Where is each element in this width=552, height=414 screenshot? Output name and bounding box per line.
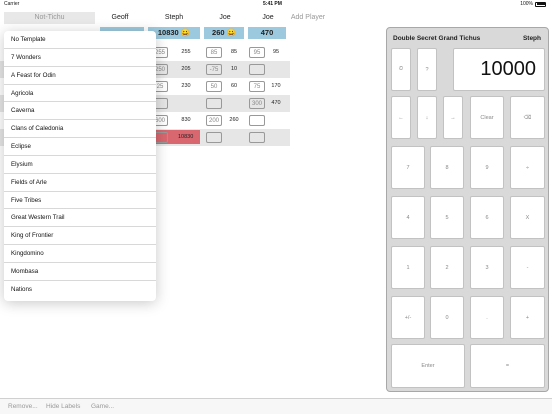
player-header: Not-Tichu Geoff Steph Joe Joe Add Player [0,10,380,26]
key-3[interactable]: 3 [470,246,504,289]
player-name-joe-1[interactable]: Joe [206,12,244,24]
status-bar: Carrier 5:41 PM 100% [0,0,552,9]
arrow-down-icon: ↓ [425,114,429,121]
template-option[interactable]: Fields of Arle [4,174,156,192]
arrow-right-icon: → [450,114,456,121]
remove-button[interactable]: Remove... [8,403,38,410]
battery-percent: 100% [520,1,533,7]
player-name-steph[interactable]: Steph [152,12,196,24]
score-input[interactable]: 85 [206,47,222,58]
help-button[interactable]: ? [417,48,437,91]
key-5[interactable]: 5 [430,196,464,239]
minus-button[interactable]: - [510,246,545,289]
key-7[interactable]: 7 [391,146,425,189]
running-total [268,115,284,126]
score-input[interactable]: -75 [206,64,222,75]
multiply-button[interactable]: X [510,196,545,239]
running-total: 205 [181,66,191,72]
carrier-label: Carrier [4,1,20,7]
key-9[interactable]: 9 [470,146,504,189]
backspace-icon: ⌫ [523,114,532,121]
key-2[interactable]: 2 [430,246,464,289]
running-total: 95 [272,49,280,55]
running-total: 10830 [178,134,194,140]
score-input[interactable] [249,64,265,75]
down-arrow-button[interactable]: ↓ [417,96,437,139]
left-arrow-button[interactable]: ← [391,96,411,139]
key-0[interactable]: 0 [430,296,464,339]
running-total: 255 [181,49,191,55]
hide-labels-button[interactable]: Hide Labels [46,403,80,410]
template-option[interactable]: King of Frontier [4,227,156,246]
key-8[interactable]: 8 [430,146,464,189]
score-input[interactable]: 300 [249,98,265,109]
score-input[interactable] [249,115,265,126]
running-total: 260 [229,117,239,123]
bottom-toolbar: Remove... Hide Labels Game... [0,398,552,414]
template-option[interactable]: Mombasa [4,263,156,281]
score-input[interactable]: 50 [206,81,222,92]
score-input[interactable]: 95 [249,47,265,58]
calculator-title: Double Secret Grand Tichus [393,35,481,42]
calculator-player: Steph [522,35,541,42]
plus-button[interactable]: + [510,296,545,339]
template-option[interactable]: Caverna [4,102,156,121]
template-option[interactable]: A Feast for Odin [4,67,156,85]
template-option[interactable]: Great Western Trail [4,209,156,228]
score-input[interactable]: 200 [206,115,222,126]
template-dropdown: No Template 7 Wonders A Feast for Odin A… [4,31,156,301]
clear-button[interactable]: Clear [470,96,504,139]
score-input[interactable]: 75 [249,81,265,92]
score-total-joe-2: 470 [248,27,286,39]
template-option[interactable]: No Template [4,31,156,49]
score-input[interactable] [206,132,222,143]
template-option[interactable]: Nations [4,281,156,299]
backspace-button[interactable]: ⌫ [510,96,545,139]
calculator-display: 10000 [453,48,545,91]
template-option[interactable]: Kingdomino [4,245,156,263]
arrow-left-icon: ← [398,114,404,121]
running-total: 85 [230,49,238,55]
clock-time: 5:41 PM [263,1,282,7]
battery-indicator: 100% [520,1,546,7]
clock-icon: ⏲ [398,66,404,72]
decimal-button[interactable]: . [470,296,504,339]
enter-button[interactable]: Enter [391,344,465,388]
player-name-joe-2[interactable]: Joe [250,12,286,24]
calculator-panel: Double Secret Grand Tichus Steph ⏲ ? 100… [386,27,549,392]
add-player-button[interactable]: Add Player [290,12,326,24]
template-option[interactable]: Five Tribes [4,192,156,210]
running-total [226,98,242,109]
running-total: 470 [271,100,281,106]
template-selector[interactable]: Not-Tichu [4,12,95,24]
template-option[interactable]: Agricola [4,85,156,103]
running-total: 830 [181,117,191,123]
player-name-geoff[interactable]: Geoff [100,12,140,24]
plus-minus-button[interactable]: +/- [391,296,425,339]
score-input[interactable] [206,98,222,109]
template-option[interactable]: Elysium [4,156,156,174]
template-option[interactable]: 7 Wonders [4,49,156,67]
key-6[interactable]: 6 [470,196,504,239]
running-total [176,98,196,109]
running-total: 230 [181,83,191,89]
divide-button[interactable]: ÷ [510,146,545,189]
timer-button[interactable]: ⏲ [391,48,411,91]
key-4[interactable]: 4 [391,196,425,239]
template-option[interactable]: Clans of Caledonia [4,120,156,139]
score-input[interactable] [249,132,265,143]
game-button[interactable]: Game... [91,403,114,410]
right-arrow-button[interactable]: → [443,96,463,139]
score-total-joe-1: 260 😀 [204,27,244,39]
equals-button[interactable]: = [470,344,545,388]
template-option[interactable]: Eclipse [4,138,156,156]
running-total: 170 [271,83,281,89]
running-total [268,64,284,75]
battery-icon [535,1,546,7]
running-total: 60 [230,83,238,89]
running-total: 10 [230,66,238,72]
key-1[interactable]: 1 [391,246,425,289]
